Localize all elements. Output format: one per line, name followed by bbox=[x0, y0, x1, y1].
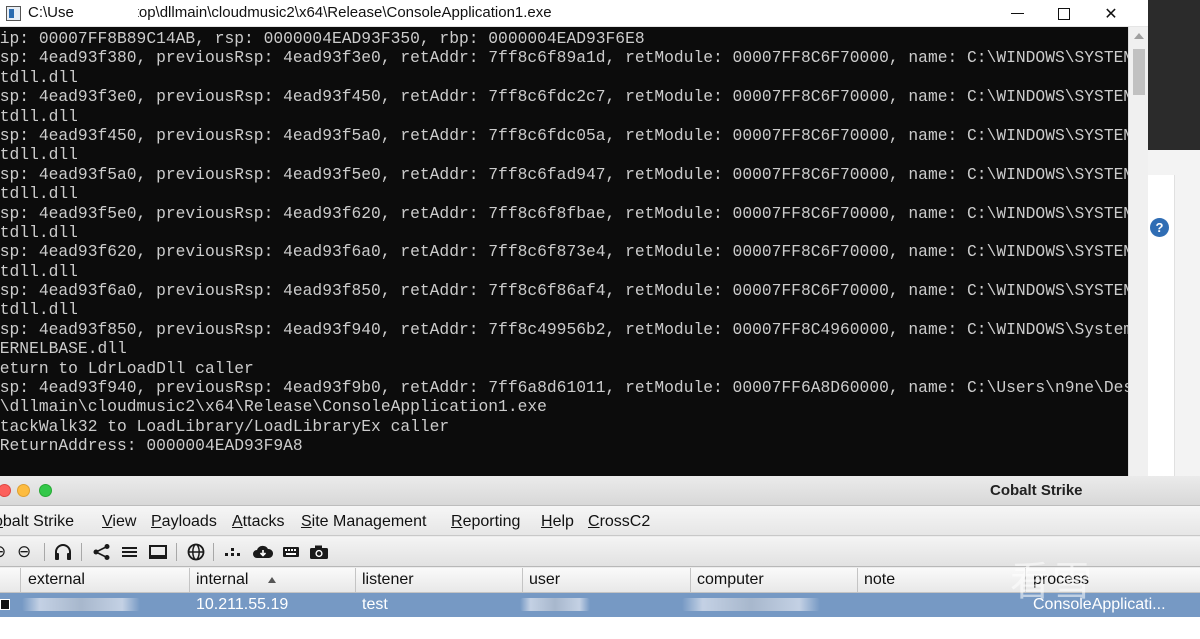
menu-help[interactable]: Help bbox=[541, 513, 574, 531]
menu-attacks[interactable]: Attacks bbox=[232, 513, 284, 531]
console-line: rsp: 4ead93f450, previousRsp: 4ead93f5a0… bbox=[0, 125, 1128, 145]
globe-icon[interactable] bbox=[186, 543, 206, 565]
cs-titlebar[interactable]: Cobalt Strike bbox=[0, 476, 1200, 506]
console-line: rsp: 4ead93f5e0, previousRsp: 4ead93f620… bbox=[0, 203, 1128, 223]
column-divider[interactable] bbox=[857, 568, 858, 593]
scroll-thumb[interactable] bbox=[1133, 49, 1145, 95]
table-empty-area bbox=[0, 617, 1200, 639]
column-header-listener[interactable]: listener bbox=[362, 571, 414, 589]
cloud-download-icon[interactable] bbox=[252, 543, 274, 565]
mac-close-button[interactable] bbox=[0, 484, 11, 497]
title-redaction bbox=[74, 3, 138, 23]
list-icon[interactable] bbox=[120, 543, 140, 565]
monitor-icon[interactable] bbox=[148, 543, 168, 565]
background-window-dark bbox=[1148, 0, 1200, 150]
console-scrollbar[interactable] bbox=[1128, 27, 1148, 476]
console-line: Return to LdrLoadDll caller bbox=[0, 358, 254, 378]
redacted-external bbox=[22, 598, 140, 611]
console-window: C:\Use esktop\dllmain\cloudmusic2\x64\Re… bbox=[0, 0, 1148, 476]
redacted-computer bbox=[682, 598, 820, 611]
column-header-user[interactable]: user bbox=[529, 571, 560, 589]
console-line: rsp: 4ead93f940, previousRsp: 4ead93f9b0… bbox=[0, 378, 1128, 398]
help-icon[interactable]: ? bbox=[1150, 218, 1169, 237]
toolbar-separator bbox=[176, 543, 177, 561]
maximize-button[interactable] bbox=[1041, 0, 1087, 27]
console-line: ntdll.dll bbox=[0, 184, 78, 204]
menu-reporting[interactable]: Reporting bbox=[451, 513, 520, 531]
console-line: rsp: 4ead93f6a0, previousRsp: 4ead93f850… bbox=[0, 281, 1128, 301]
console-line: ntdll.dll bbox=[0, 222, 78, 242]
camera-icon[interactable] bbox=[309, 543, 329, 565]
close-icon: ✕ bbox=[1104, 5, 1118, 23]
console-lines: rip: 00007FF8B89C14AB, rsp: 0000004EAD93… bbox=[0, 29, 1128, 456]
console-line: KERNELBASE.dll bbox=[0, 339, 127, 359]
console-line: ntdll.dll bbox=[0, 145, 78, 165]
menu-crossc2[interactable]: CrossC2 bbox=[588, 513, 650, 531]
console-line: rsp: 4ead93f850, previousRsp: 4ead93f940… bbox=[0, 319, 1128, 339]
redacted-user bbox=[520, 598, 590, 611]
console-app-icon bbox=[6, 6, 21, 21]
menu-cobalt-strike[interactable]: obalt Strike bbox=[0, 513, 74, 531]
minus-circle-icon[interactable]: ⊖ bbox=[17, 543, 31, 561]
console-line: p\dllmain\cloudmusic2\x64\Release\Consol… bbox=[0, 397, 547, 417]
minimize-button[interactable] bbox=[994, 0, 1040, 27]
sort-ascending-icon bbox=[268, 577, 276, 583]
cell-internal: 10.211.55.19 bbox=[196, 596, 289, 613]
minimize-icon bbox=[1010, 12, 1024, 15]
console-line: rsp: 4ead93f3e0, previousRsp: 4ead93f450… bbox=[0, 87, 1128, 107]
console-line: ntdll.dll bbox=[0, 300, 78, 320]
console-line: ntdll.dll bbox=[0, 106, 78, 126]
console-titlebar[interactable]: C:\Use esktop\dllmain\cloudmusic2\x64\Re… bbox=[0, 0, 1148, 27]
cs-window-title: Cobalt Strike bbox=[990, 482, 1083, 499]
column-divider[interactable] bbox=[690, 568, 691, 593]
console-line: rsp: 4ead93f5a0, previousRsp: 4ead93f5e0… bbox=[0, 164, 1128, 184]
column-header-external[interactable]: external bbox=[28, 571, 85, 589]
cs-menubar: obalt Strike View Payloads Attacks Site … bbox=[0, 506, 1200, 536]
console-line: rip: 00007FF8B89C14AB, rsp: 0000004EAD93… bbox=[0, 29, 645, 48]
dots-icon[interactable] bbox=[223, 543, 243, 565]
toolbar-separator bbox=[81, 543, 82, 561]
mac-minimize-button[interactable] bbox=[17, 484, 30, 497]
watermark: 看雪 bbox=[1010, 559, 1094, 605]
console-line: ntdll.dll bbox=[0, 67, 78, 87]
keyboard-icon[interactable] bbox=[281, 543, 301, 565]
console-line: rsp: 4ead93f380, previousRsp: 4ead93f3e0… bbox=[0, 48, 1128, 68]
column-divider[interactable] bbox=[522, 568, 523, 593]
column-header-internal[interactable]: internal bbox=[196, 571, 248, 589]
share-icon[interactable] bbox=[92, 543, 112, 565]
column-header-note[interactable]: note bbox=[864, 571, 895, 589]
menu-payloads[interactable]: Payloads bbox=[151, 513, 217, 531]
toolbar-separator bbox=[213, 543, 214, 561]
column-divider[interactable] bbox=[20, 568, 21, 593]
console-line: rsp: 4ead93f620, previousRsp: 4ead93f6a0… bbox=[0, 242, 1128, 262]
console-line: ntdll.dll bbox=[0, 261, 78, 281]
console-line: StackWalk32 to LoadLibrary/LoadLibraryEx… bbox=[0, 416, 450, 436]
menu-view[interactable]: View bbox=[102, 513, 136, 531]
console-output[interactable]: rip: 00007FF8B89C14AB, rsp: 0000004EAD93… bbox=[0, 27, 1128, 476]
minus-circle-icon[interactable]: ⊖ bbox=[0, 543, 6, 561]
column-divider[interactable] bbox=[355, 568, 356, 593]
menu-site-management[interactable]: Site Management bbox=[301, 513, 426, 531]
mac-zoom-button[interactable] bbox=[39, 484, 52, 497]
headphones-icon[interactable] bbox=[53, 543, 73, 565]
column-header-computer[interactable]: computer bbox=[697, 571, 764, 589]
console-line: pReturnAddress: 0000004EAD93F9A8 bbox=[0, 436, 303, 456]
close-button[interactable]: ✕ bbox=[1088, 0, 1134, 27]
toolbar-separator bbox=[44, 543, 45, 561]
column-divider[interactable] bbox=[189, 568, 190, 593]
scroll-up-icon[interactable] bbox=[1134, 33, 1144, 39]
maximize-icon bbox=[1058, 7, 1070, 20]
beacon-session-icon bbox=[0, 599, 10, 610]
cell-listener: test bbox=[362, 596, 388, 613]
